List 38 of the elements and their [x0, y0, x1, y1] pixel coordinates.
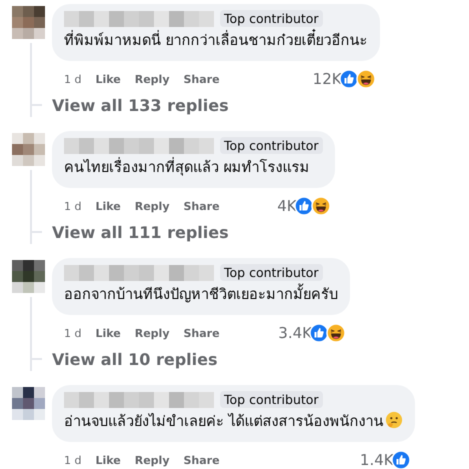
comment-action-link[interactable]: Reply — [134, 72, 170, 86]
comment-action-link[interactable]: Share — [184, 454, 220, 466]
avatar[interactable] — [12, 387, 44, 420]
reaction-count[interactable]: 1.4K — [360, 451, 394, 469]
laughing-face-icon — [356, 69, 376, 89]
comment-time[interactable]: 1 d — [64, 72, 82, 86]
comment-action-link[interactable]: Reply — [134, 326, 170, 340]
comment-time[interactable]: 1 d — [64, 454, 82, 466]
comment-action-link[interactable]: Like — [95, 200, 121, 212]
laughing-face-icon — [310, 196, 331, 216]
comment-text: ที่พิมพ์มาหมดนี่ ยากกว่าเลื่อนชามก๋วยเตี๋ยวอีกนะ — [64, 29, 368, 53]
view-replies-link[interactable]: View all 111 replies — [52, 222, 229, 242]
avatar[interactable] — [12, 6, 44, 39]
top-contributor-badge: Top contributor — [220, 10, 323, 27]
comment-action-link[interactable]: Like — [95, 72, 121, 86]
view-replies-link[interactable]: View all 10 replies — [52, 350, 218, 368]
comment-text: ออกจากบ้านทีนึงปัญหาชีวิตเยอะมากมั้ยครับ — [64, 283, 338, 307]
comment-action-link[interactable]: Reply — [134, 454, 170, 466]
view-replies-link[interactable]: View all 133 replies — [52, 96, 229, 114]
comment-time[interactable]: 1 d — [64, 326, 82, 340]
top-contributor-badge: Top contributor — [220, 391, 323, 408]
comment-action-link[interactable]: Share — [184, 326, 220, 340]
comment-action-link[interactable]: Like — [95, 454, 121, 466]
comment-text: คนไทยเรื่องมากที่สุดแล้ว ผมทำโรงแรม — [64, 156, 323, 180]
comment-action-link[interactable]: Like — [95, 326, 121, 340]
reaction-count[interactable]: 4K — [277, 197, 297, 215]
top-contributor-badge: Top contributor — [220, 137, 323, 154]
comment-action-link[interactable]: Share — [184, 72, 220, 86]
reaction-count[interactable]: 12K — [312, 70, 342, 88]
laughing-face-icon — [326, 323, 346, 343]
comment-text: อ่านจบแล้วยังไม่ขำเลยค่ะ ได้แต่สงสารน้องพนักงาน — [64, 410, 403, 434]
comment-action-link[interactable]: Reply — [134, 200, 170, 212]
comment-action-link[interactable]: Share — [184, 200, 220, 212]
avatar[interactable] — [12, 260, 44, 293]
top-contributor-badge: Top contributor — [220, 264, 323, 281]
thinking-face-icon — [384, 411, 403, 429]
reaction-count[interactable]: 3.4K — [278, 324, 312, 342]
comment-time[interactable]: 1 d — [64, 200, 82, 212]
